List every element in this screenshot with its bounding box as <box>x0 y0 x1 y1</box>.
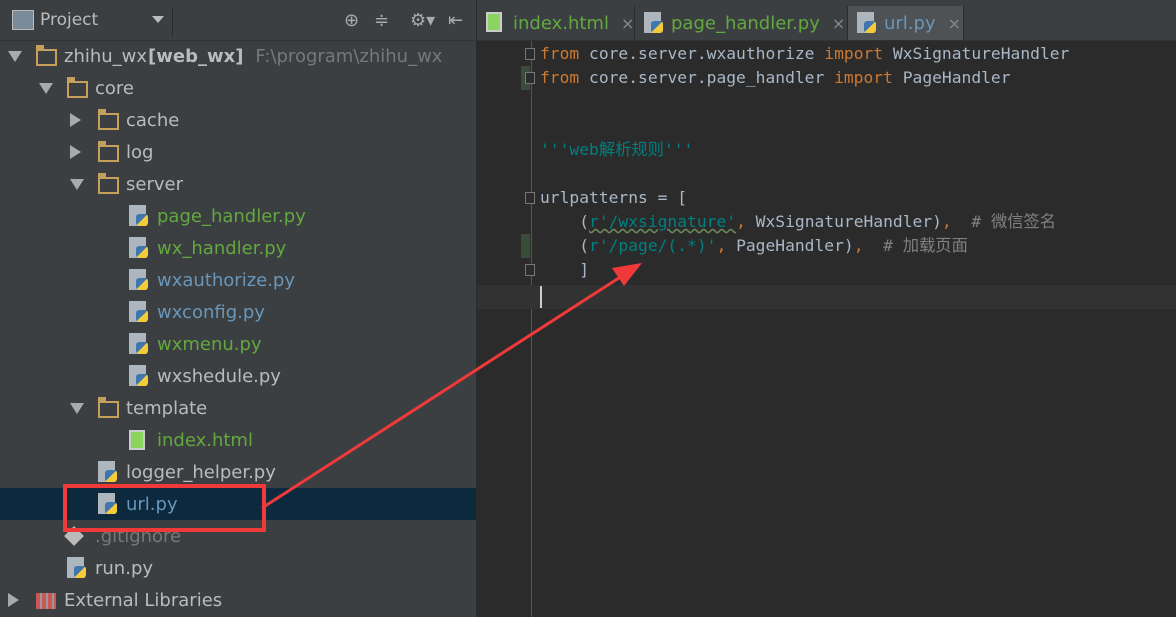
annotation-arrow <box>261 263 642 510</box>
